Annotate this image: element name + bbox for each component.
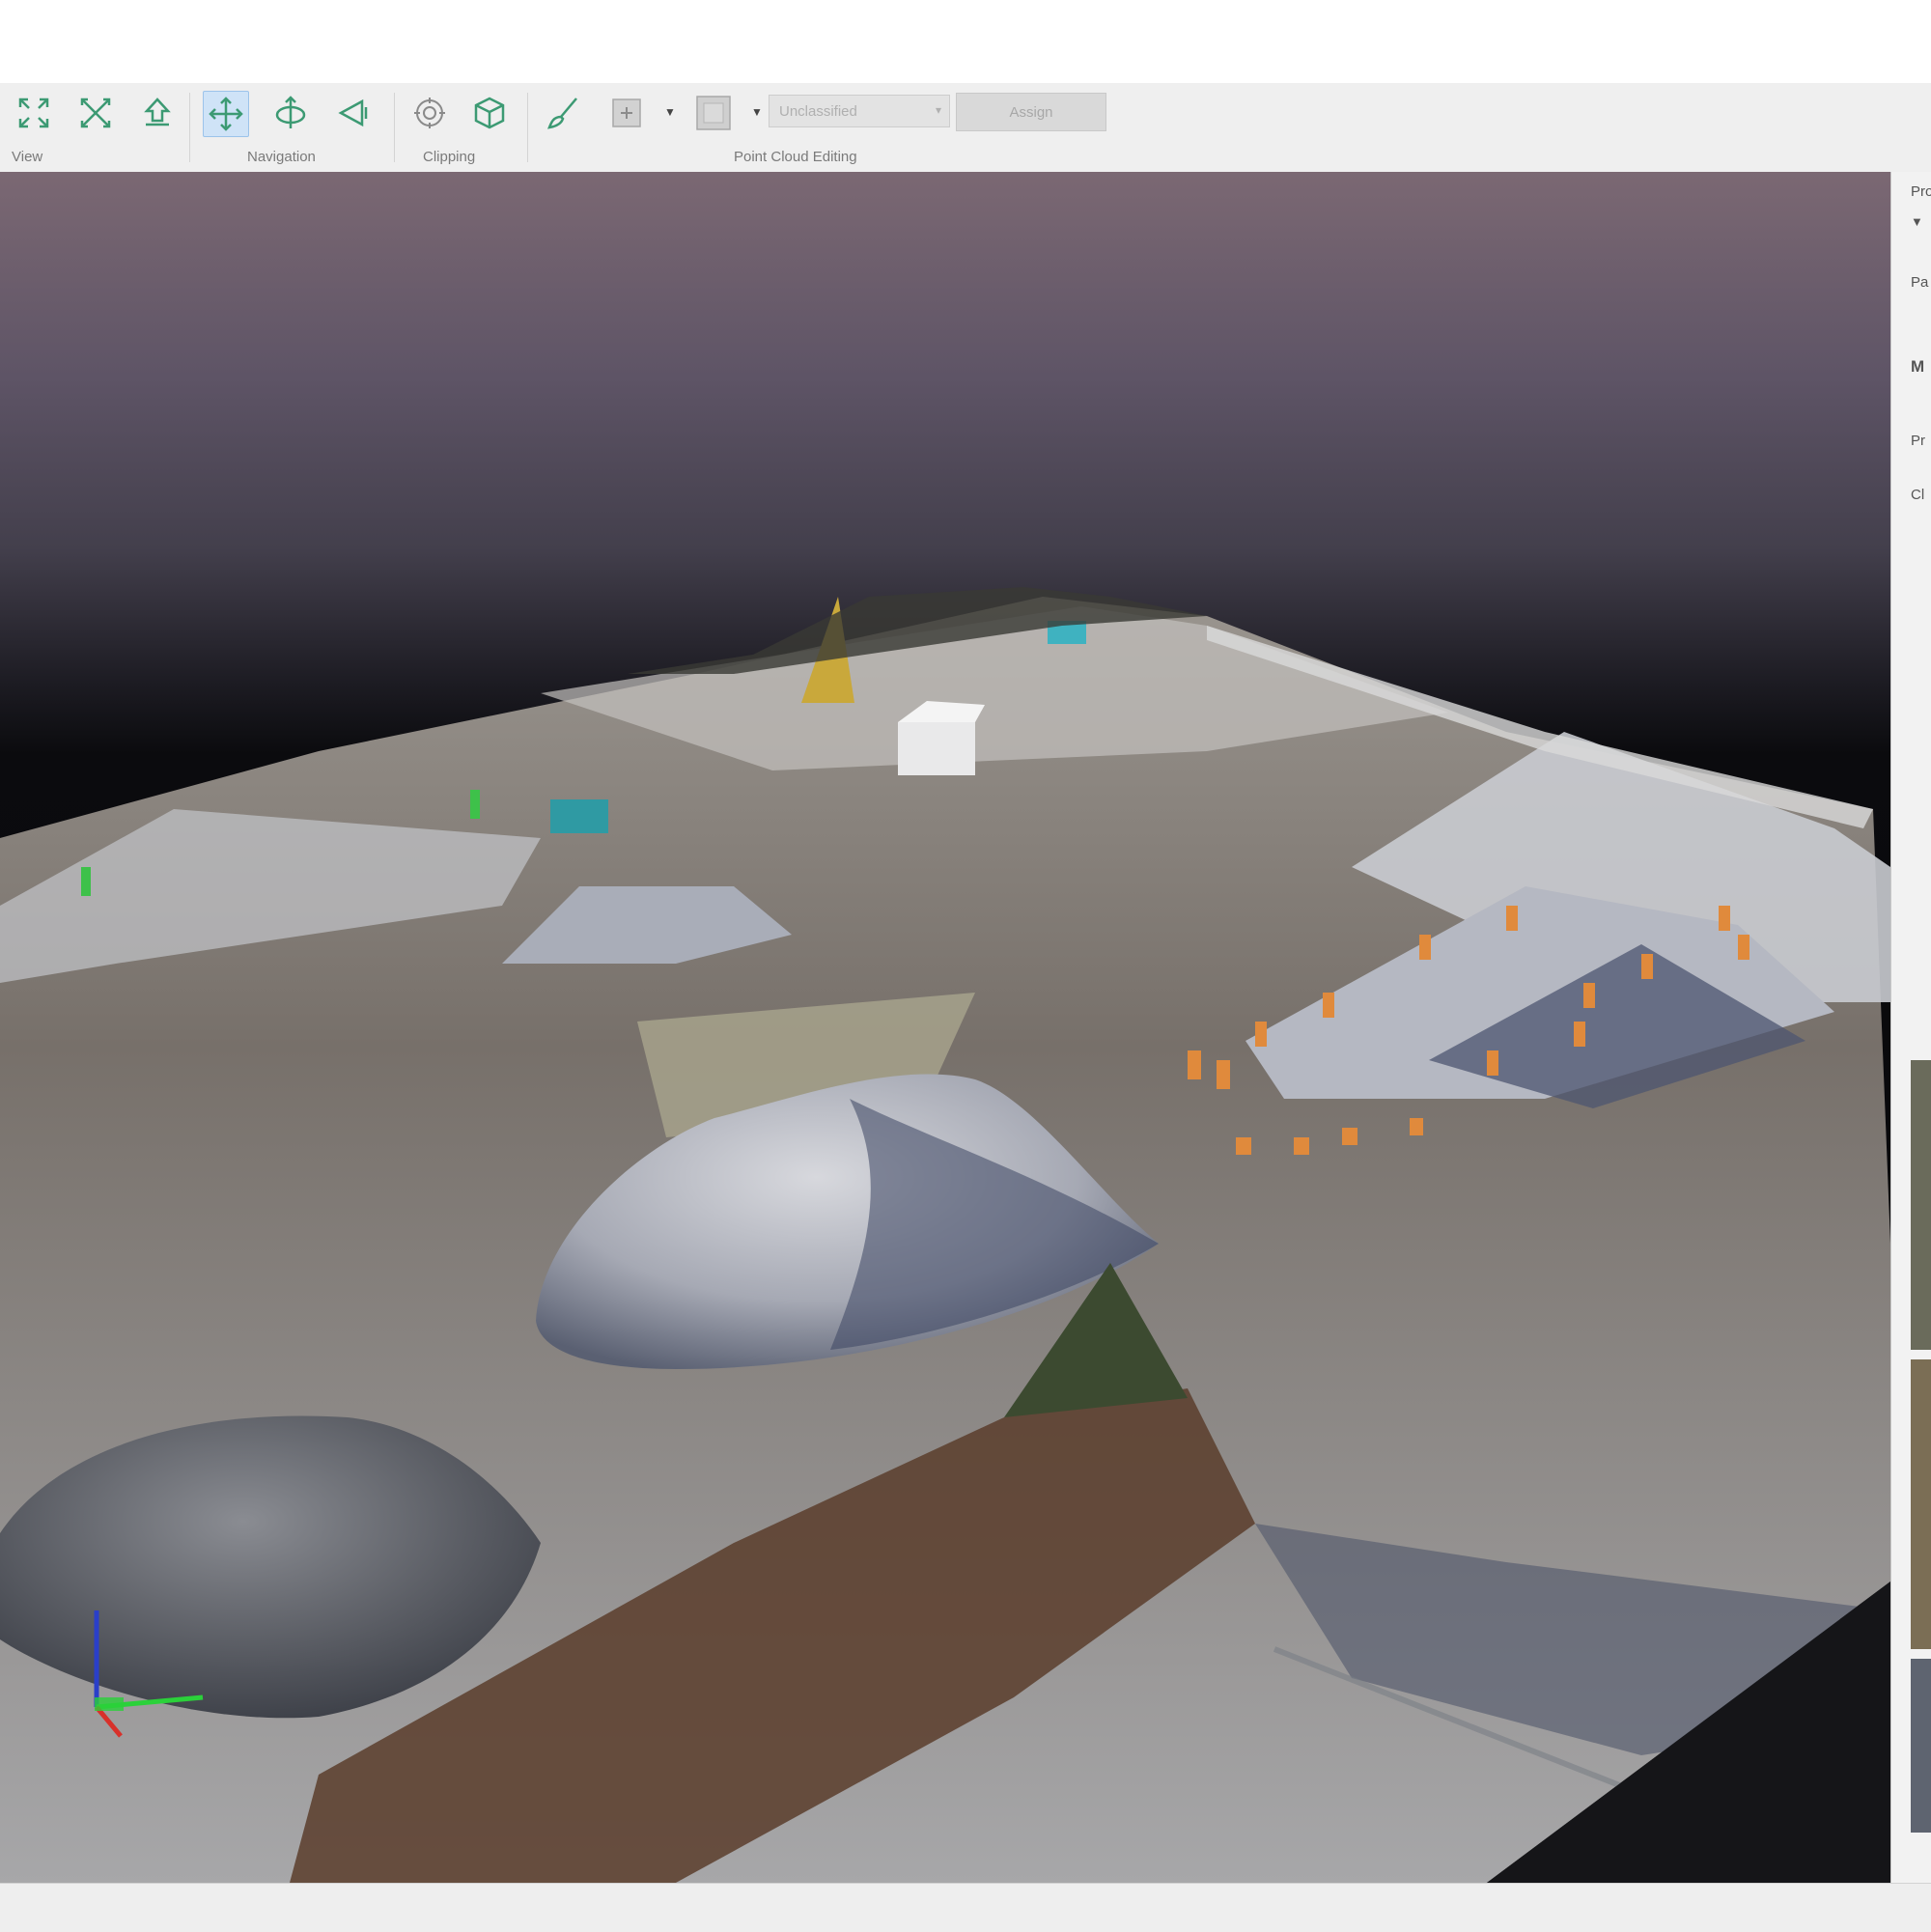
collapse-arrows-icon[interactable] (73, 91, 118, 135)
properties-panel-title: Pro (1911, 183, 1931, 200)
expand-arrows-icon[interactable] (12, 91, 56, 135)
clip-sphere-icon[interactable] (407, 91, 452, 135)
four-way-pan-icon[interactable] (203, 91, 249, 137)
chevron-down-icon[interactable]: ▼ (662, 104, 678, 120)
axis-z-line (95, 1705, 123, 1738)
panel-label: M (1911, 357, 1925, 376)
add-point-icon[interactable] (604, 91, 649, 135)
panel-label: Pr (1911, 433, 1925, 449)
brush-select-icon[interactable] (541, 91, 585, 135)
up-arrow-navigation-icon[interactable] (135, 91, 180, 135)
3d-viewport[interactable] (0, 172, 1890, 1883)
thumbnail-strip[interactable] (1911, 1659, 1931, 1833)
classification-select[interactable]: Unclassified ▾ (769, 95, 950, 127)
panel-collapse-icon[interactable]: ▼ (1911, 214, 1923, 229)
chevron-down-icon: ▾ (935, 103, 941, 117)
panel-label: Cl (1911, 487, 1925, 503)
chevron-down-icon[interactable]: ▼ (749, 104, 765, 120)
classification-select-value: Unclassified (779, 103, 857, 120)
panel-label: Pa (1911, 274, 1929, 291)
view-group-label: View (12, 149, 43, 165)
navigation-group-label: Navigation (247, 149, 316, 165)
color-swatch-icon[interactable] (691, 91, 736, 135)
clipping-group-label: Clipping (423, 149, 476, 165)
point-cloud-editing-group-label: Point Cloud Editing (734, 149, 857, 165)
status-bar (0, 1883, 1931, 1932)
clip-cube-icon[interactable] (467, 91, 512, 135)
top-margin (0, 0, 1931, 83)
orbit-axis-icon[interactable] (268, 91, 313, 135)
separator (189, 93, 190, 162)
assign-button[interactable]: Assign (956, 93, 1106, 131)
separator (527, 93, 528, 162)
separator (394, 93, 395, 162)
axis-gizmo (94, 1610, 204, 1738)
point-cloud-scene (0, 587, 1890, 1883)
ribbon-toolbar: View Navigation Clipping ▼ ▼ Unclassifie… (0, 83, 1931, 173)
thumbnail-strip[interactable] (1911, 1359, 1931, 1649)
properties-panel: Pro ▼ Pa M Pr Cl (1890, 172, 1931, 1883)
thumbnail-strip[interactable] (1911, 1060, 1931, 1350)
fly-triangle-icon[interactable] (330, 91, 375, 135)
